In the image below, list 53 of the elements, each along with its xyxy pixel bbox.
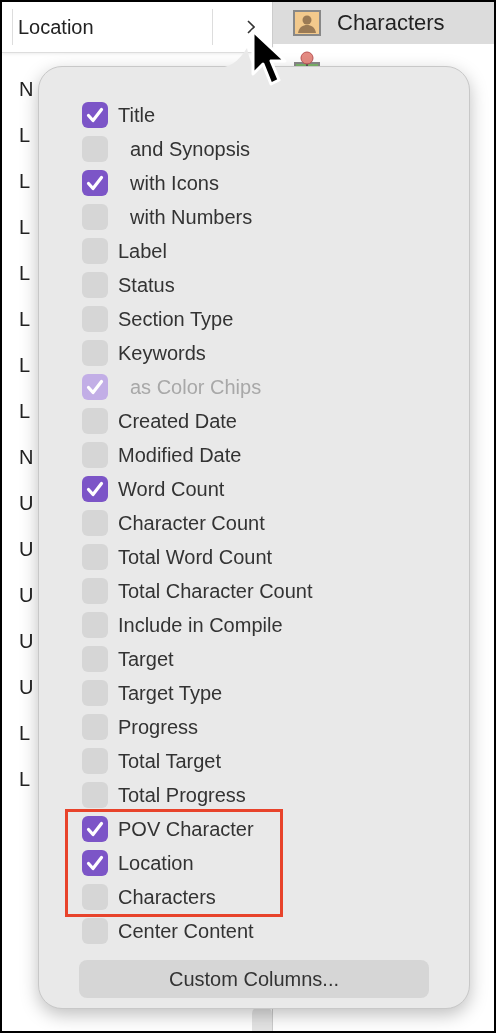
table-cell: L: [19, 353, 31, 377]
option-label: with Icons: [130, 171, 219, 195]
checkbox[interactable]: [82, 102, 108, 128]
table-cell: L: [19, 721, 31, 745]
table-cell: N: [19, 445, 34, 469]
checkbox[interactable]: [82, 850, 108, 876]
option-label: Label: [118, 239, 167, 263]
option-label: Total Word Count: [118, 545, 273, 569]
table-cell: U: [19, 537, 34, 561]
table-cell: L: [19, 169, 31, 193]
option-label: Include in Compile: [118, 613, 283, 637]
option-label: Created Date: [118, 409, 237, 433]
table-cell: L: [19, 261, 31, 285]
checkbox[interactable]: [82, 170, 108, 196]
table-cell: N: [19, 77, 34, 101]
checkbox[interactable]: [82, 816, 108, 842]
table-cell: U: [19, 675, 34, 699]
option-label: Target: [118, 647, 174, 671]
option-label: Center Content: [118, 919, 254, 943]
option-label: Title: [118, 103, 156, 127]
column-header[interactable]: Location: [12, 9, 213, 45]
option-label: Target Type: [118, 681, 223, 705]
checkbox[interactable]: [82, 476, 108, 502]
table-cell: L: [19, 767, 31, 791]
checkbox[interactable]: [82, 918, 108, 944]
option-label: Modified Date: [118, 443, 242, 467]
option-label: Section Type: [118, 307, 234, 331]
custom-columns-button[interactable]: Custom Columns...: [79, 960, 429, 998]
table-cell: U: [19, 491, 34, 515]
option-label: with Numbers: [130, 205, 253, 229]
option-label: Characters: [118, 885, 216, 909]
option-label: Word Count: [118, 477, 225, 501]
table-cell: L: [19, 123, 31, 147]
table-cell: L: [19, 307, 31, 331]
option-label: POV Character: [118, 817, 254, 841]
option-label: Progress: [118, 715, 199, 739]
option-label: Location: [118, 851, 194, 875]
table-cell: L: [19, 215, 31, 239]
option-label: Status: [118, 273, 175, 297]
table-cell: L: [19, 399, 31, 423]
option-label: Total Character Count: [118, 579, 313, 603]
chevron-right-icon[interactable]: [247, 20, 255, 34]
checkbox[interactable]: [82, 782, 108, 808]
option-label: Total Progress: [118, 783, 246, 807]
option-label: Character Count: [118, 511, 265, 535]
table-cell: U: [19, 629, 34, 653]
option-label: Total Target: [118, 749, 222, 773]
person-card-icon: [293, 10, 321, 36]
option-label: Keywords: [118, 341, 206, 365]
option-label: and Synopsis: [130, 137, 251, 161]
sidebar-item[interactable]: Characters: [273, 2, 494, 44]
option-label: as Color Chips: [130, 375, 262, 399]
table-cell: U: [19, 583, 34, 607]
